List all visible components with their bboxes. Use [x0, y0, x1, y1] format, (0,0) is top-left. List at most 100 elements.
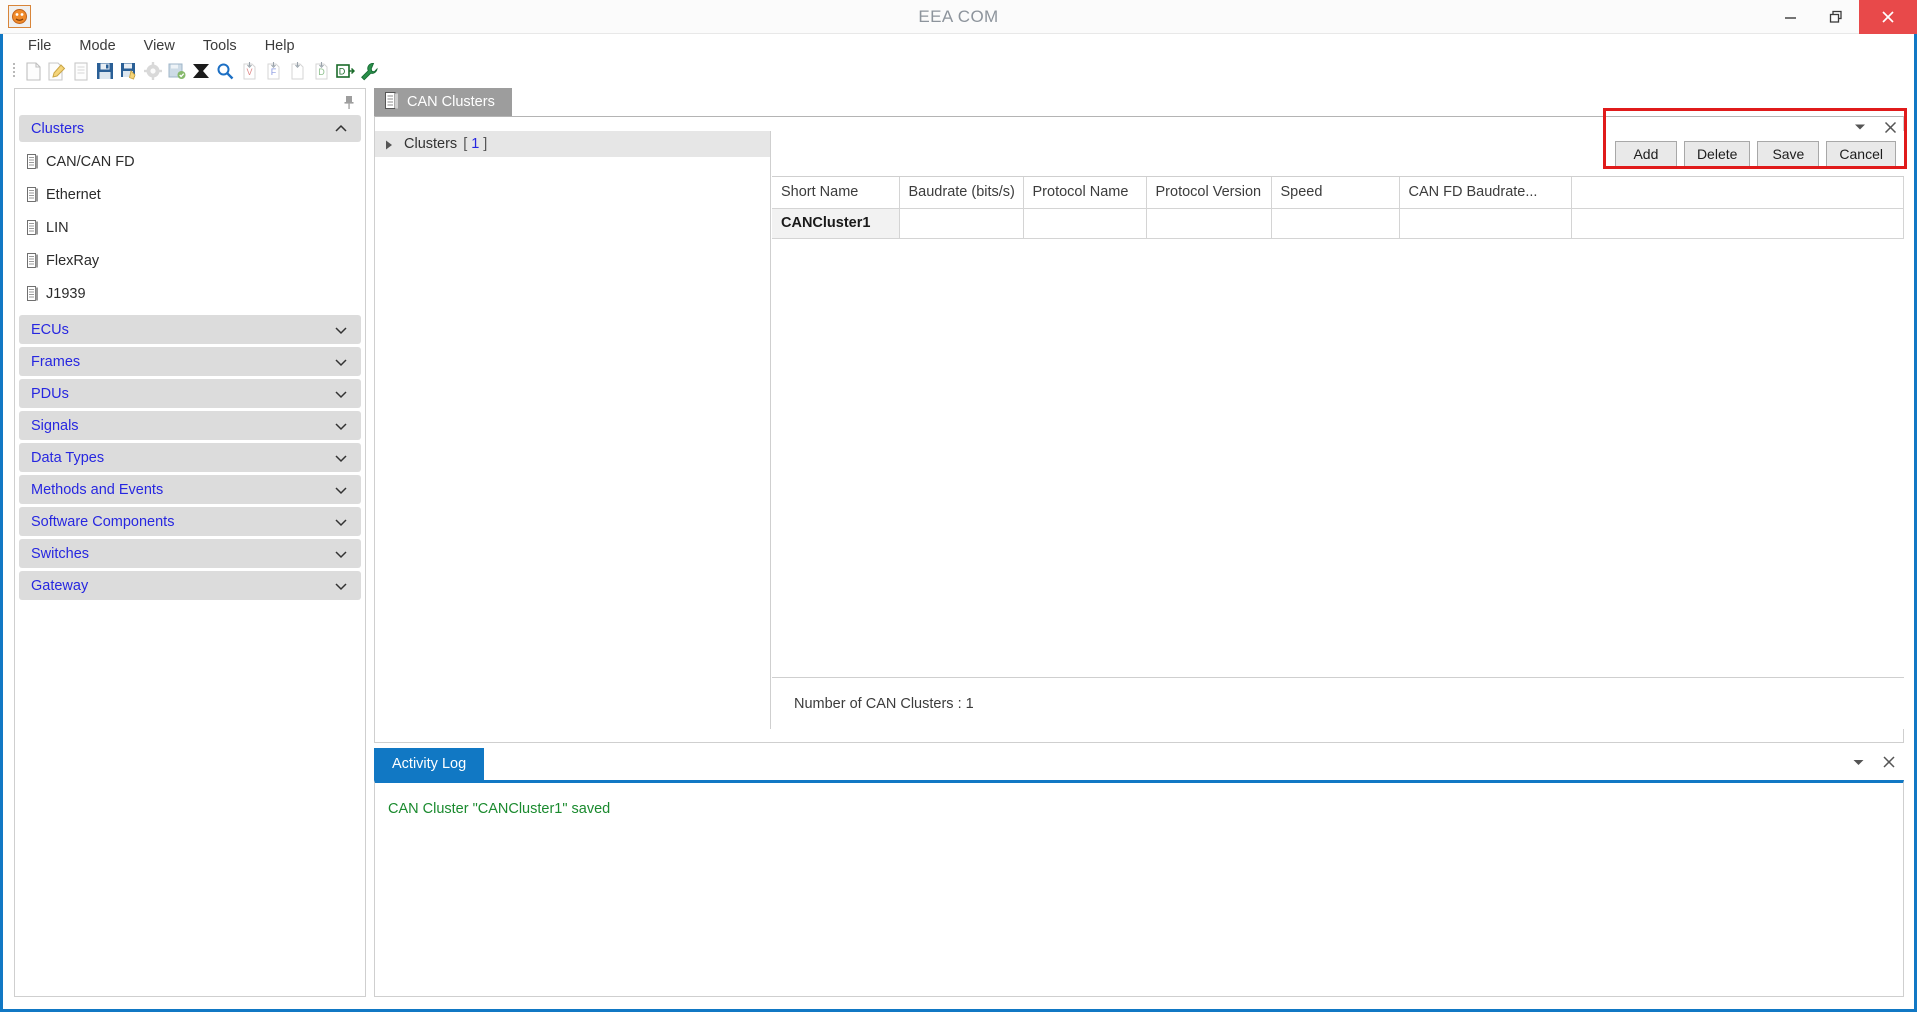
- database-export-icon[interactable]: D: [334, 59, 356, 83]
- sidebar-section-label: Frames: [31, 353, 81, 370]
- grid-status-label: Number of CAN Clusters : 1: [772, 677, 1904, 729]
- sidebar-item-ethernet[interactable]: Ethernet: [19, 178, 361, 211]
- import-v-icon[interactable]: V: [238, 59, 260, 83]
- close-icon[interactable]: [1882, 755, 1896, 774]
- can-clusters-panel: Clusters [ 1 ] Add Delete Save Cancel Sh…: [374, 116, 1904, 743]
- cancel-button[interactable]: Cancel: [1826, 140, 1896, 167]
- activity-log-tabbar: Activity Log: [374, 748, 1904, 780]
- sidebar-section-header-frames[interactable]: Frames: [19, 347, 361, 376]
- window-left-edge: [0, 34, 3, 1012]
- sidebar-section-label: ECUs: [31, 321, 69, 338]
- tree-root-count: 1: [471, 136, 480, 152]
- import-d-icon[interactable]: D: [310, 59, 332, 83]
- column-header-short-name[interactable]: Short Name: [772, 177, 900, 209]
- chevron-down-icon: [333, 322, 349, 338]
- tab-activity-log[interactable]: Activity Log: [374, 748, 485, 780]
- upload-icon[interactable]: [286, 59, 308, 83]
- chevron-down-icon: [333, 386, 349, 402]
- table-header-row: Short Name Baudrate (bits/s) Protocol Na…: [772, 177, 1904, 209]
- chevron-down-icon: [333, 450, 349, 466]
- document-icon: [27, 253, 39, 268]
- sidebar-section-header-ecus[interactable]: ECUs: [19, 315, 361, 344]
- svg-text:V: V: [246, 67, 252, 77]
- activity-log-panel: CAN Cluster "CANCluster1" saved: [374, 780, 1904, 997]
- save-as-icon[interactable]: [118, 59, 140, 83]
- grid-empty-area: [772, 238, 1904, 677]
- tab-can-clusters[interactable]: CAN Clusters: [374, 88, 512, 116]
- cell-protocol-version[interactable]: [1146, 208, 1272, 239]
- sidebar-item-lin[interactable]: LIN: [19, 211, 361, 244]
- column-header-protocol-name[interactable]: Protocol Name: [1023, 177, 1147, 209]
- expand-arrow-icon[interactable]: [384, 139, 394, 150]
- close-button[interactable]: [1859, 0, 1917, 34]
- menu-item-tools[interactable]: Tools: [189, 34, 251, 58]
- can-clusters-table: Short Name Baudrate (bits/s) Protocol Na…: [772, 177, 1904, 239]
- sidebar-item-can-canfd[interactable]: CAN/CAN FD: [19, 145, 361, 178]
- sidebar-item-label: LIN: [46, 219, 69, 236]
- chevron-up-icon: [333, 121, 349, 137]
- left-sidebar: Clusters CAN/CAN FD Ethernet LIN FlexRay…: [14, 88, 366, 997]
- cell-can-fd-baudrate[interactable]: [1399, 208, 1572, 239]
- restore-button[interactable]: [1813, 0, 1859, 34]
- column-header-baudrate[interactable]: Baudrate (bits/s): [899, 177, 1024, 209]
- toolbar: V F D D: [10, 57, 1907, 85]
- tab-label: CAN Clusters: [407, 94, 495, 110]
- document-icon: [27, 286, 39, 301]
- cell-baudrate[interactable]: [899, 208, 1024, 239]
- sidebar-item-flexray[interactable]: FlexRay: [19, 244, 361, 277]
- delete-button[interactable]: Delete: [1683, 140, 1751, 167]
- sidebar-section-header-software-components[interactable]: Software Components: [19, 507, 361, 536]
- document-icon[interactable]: [70, 59, 92, 83]
- collapse-chevron-icon[interactable]: [1853, 119, 1867, 135]
- table-row[interactable]: CANCluster1: [772, 208, 1904, 239]
- sidebar-section-header-data-types[interactable]: Data Types: [19, 443, 361, 472]
- sidebar-item-label: Ethernet: [46, 186, 101, 203]
- new-file-icon[interactable]: [22, 59, 44, 83]
- column-header-protocol-version[interactable]: Protocol Version: [1146, 177, 1272, 209]
- wrench-icon[interactable]: [358, 59, 380, 83]
- add-button[interactable]: Add: [1614, 140, 1677, 167]
- sidebar-section-header-clusters[interactable]: Clusters: [19, 115, 361, 142]
- menu-item-view[interactable]: View: [130, 34, 189, 58]
- sidebar-section-header-pdus[interactable]: PDUs: [19, 379, 361, 408]
- sidebar-item-label: J1939: [46, 285, 86, 302]
- menu-item-help[interactable]: Help: [251, 34, 309, 58]
- activity-log-message: CAN Cluster "CANCluster1" saved: [388, 801, 611, 817]
- column-header-spacer: [1571, 177, 1904, 209]
- clusters-tree-pane: Clusters [ 1 ]: [375, 131, 771, 729]
- minimize-button[interactable]: [1767, 0, 1813, 34]
- clusters-document-icon: [385, 91, 399, 113]
- grid-action-buttons: Add Delete Save Cancel: [772, 131, 1904, 177]
- column-header-speed[interactable]: Speed: [1271, 177, 1400, 209]
- sidebar-item-j1939[interactable]: J1939: [19, 277, 361, 310]
- save-icon[interactable]: [94, 59, 116, 83]
- menu-item-mode[interactable]: Mode: [65, 34, 129, 58]
- cell-protocol-name[interactable]: [1023, 208, 1147, 239]
- window-title: EEA COM: [918, 7, 999, 26]
- document-icon: [27, 220, 39, 235]
- sidebar-section-label: Gateway: [31, 577, 89, 594]
- toolbar-drag-handle[interactable]: [10, 61, 18, 81]
- save-button[interactable]: Save: [1757, 140, 1820, 167]
- collapse-chevron-icon[interactable]: [1852, 755, 1865, 774]
- close-icon[interactable]: [1883, 119, 1897, 135]
- import-f-icon[interactable]: F: [262, 59, 284, 83]
- sidebar-section-header-signals[interactable]: Signals: [19, 411, 361, 440]
- export-image-icon[interactable]: [166, 59, 188, 83]
- sidebar-section-label: Methods and Events: [31, 481, 164, 498]
- cell-short-name[interactable]: CANCluster1: [772, 208, 900, 239]
- edit-file-icon[interactable]: [46, 59, 68, 83]
- cell-speed[interactable]: [1271, 208, 1400, 239]
- tree-root-clusters[interactable]: Clusters [ 1 ]: [375, 131, 770, 157]
- pushpin-icon[interactable]: [341, 93, 357, 111]
- document-icon: [27, 154, 39, 169]
- cell-spacer: [1571, 208, 1904, 239]
- sidebar-section-header-switches[interactable]: Switches: [19, 539, 361, 568]
- sidebar-section-header-methods-and-events[interactable]: Methods and Events: [19, 475, 361, 504]
- menu-item-file[interactable]: File: [14, 34, 65, 58]
- column-header-can-fd-baudrate[interactable]: CAN FD Baudrate...: [1399, 177, 1572, 209]
- search-icon[interactable]: [214, 59, 236, 83]
- sidebar-section-header-gateway[interactable]: Gateway: [19, 571, 361, 600]
- settings-gear-icon[interactable]: [142, 59, 164, 83]
- close-cross-icon[interactable]: [190, 59, 212, 83]
